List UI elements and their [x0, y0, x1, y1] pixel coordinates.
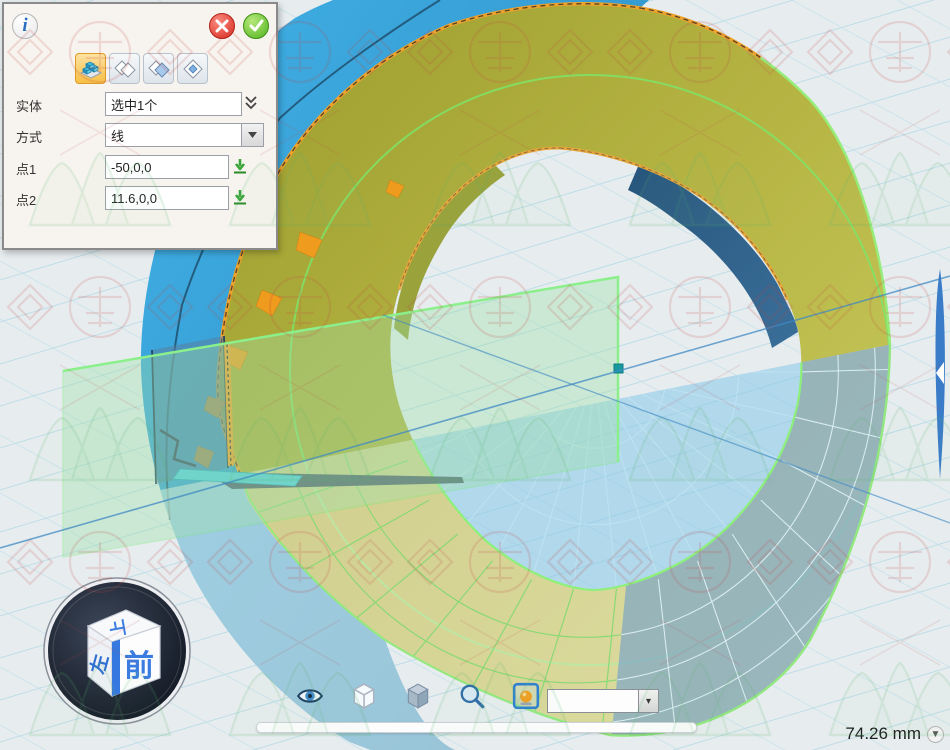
- view-toolbar: [296, 682, 540, 710]
- field-label: 点1: [16, 159, 36, 178]
- cube-top-label: 上: [108, 618, 130, 638]
- right-panel-tab[interactable]: [930, 266, 950, 482]
- dropdown-arrow-icon[interactable]: [242, 123, 264, 147]
- dialog-titlebar: i: [4, 4, 276, 46]
- diamond-blue-pair-icon: [147, 57, 171, 81]
- zoom-magnifier-icon[interactable]: [458, 682, 486, 710]
- parameter-dialog: i: [2, 2, 278, 250]
- method-dropdown-value[interactable]: [105, 123, 242, 147]
- toolbar-button-diamond-inset[interactable]: [177, 53, 208, 84]
- view-preset-combo: ▾: [547, 689, 659, 713]
- field-label: 方式: [16, 127, 42, 146]
- field-row-entity: 实体: [4, 92, 276, 116]
- horizontal-scrollbar[interactable]: [256, 722, 697, 733]
- entity-input[interactable]: [105, 92, 242, 116]
- cube-edge-highlight: [112, 640, 120, 697]
- pick-point-icon[interactable]: [231, 188, 249, 212]
- solid-blocks-icon: [79, 57, 103, 81]
- view-preset-input[interactable]: [547, 689, 639, 713]
- dialog-toolbar: [75, 53, 208, 84]
- cancel-button[interactable]: [209, 13, 235, 39]
- solid-cube-icon[interactable]: [404, 682, 432, 710]
- point1-input[interactable]: [105, 155, 229, 179]
- toolbar-button-diamond-blue-pair[interactable]: [143, 53, 174, 84]
- confirm-button[interactable]: [243, 13, 269, 39]
- combo-arrow-icon[interactable]: ▾: [639, 689, 659, 713]
- eye-icon[interactable]: [296, 682, 324, 710]
- pick-point-icon[interactable]: [231, 157, 249, 181]
- info-icon[interactable]: i: [12, 13, 38, 39]
- view-cube[interactable]: 前 左 上: [42, 576, 192, 726]
- two-diamonds-icon: [113, 57, 137, 81]
- check-icon: [249, 19, 264, 33]
- scale-indicator: 74.26 mm ▼: [845, 724, 944, 744]
- double-chevron-down-icon[interactable]: [243, 94, 259, 117]
- chevron-down-icon[interactable]: ▼: [927, 726, 944, 743]
- field-label: 实体: [16, 96, 42, 115]
- close-x-icon: [215, 19, 229, 33]
- point2-input[interactable]: [105, 186, 229, 210]
- toolbar-button-solid-blocks[interactable]: [75, 53, 106, 84]
- cube-front-label: 前: [124, 650, 154, 683]
- wireframe-cube-icon[interactable]: [350, 682, 378, 710]
- scale-value: 74.26 mm: [845, 724, 921, 744]
- field-row-point1: 点1: [4, 155, 276, 179]
- field-row-method: 方式: [4, 123, 276, 147]
- toolbar-button-two-diamonds[interactable]: [109, 53, 140, 84]
- field-row-point2: 点2: [4, 186, 276, 210]
- render-mode-icon[interactable]: [512, 682, 540, 710]
- diamond-inset-icon: [181, 57, 205, 81]
- field-label: 点2: [16, 190, 36, 209]
- application-window: i: [0, 0, 950, 750]
